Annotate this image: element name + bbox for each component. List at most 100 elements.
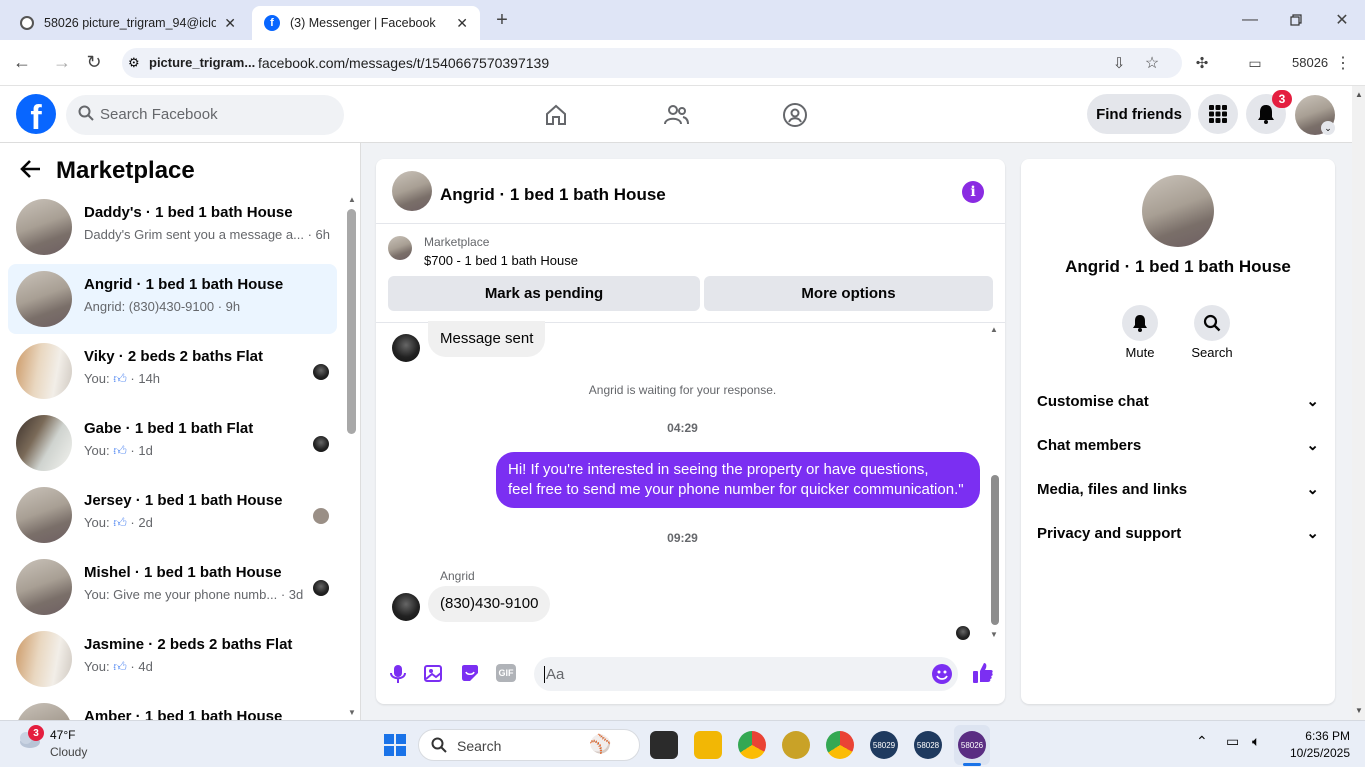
clock-date[interactable]: 10/25/2025	[1278, 746, 1350, 760]
privacy-support-row[interactable]: Privacy and support ⌄	[1037, 519, 1319, 547]
restore-icon[interactable]	[1284, 8, 1308, 32]
scroll-down-icon[interactable]: ▼	[1355, 706, 1363, 715]
clock-time[interactable]: 6:36 PM	[1290, 729, 1350, 743]
chrome-profile-icon[interactable]	[826, 731, 854, 759]
mute-bell-icon[interactable]	[1122, 305, 1158, 341]
browser-tab-messenger[interactable]: f (3) Messenger | Facebook ✕	[252, 6, 480, 40]
tab-search-icon[interactable]: ▭	[1244, 52, 1266, 74]
windows-start-icon[interactable]	[384, 734, 406, 756]
close-window-icon[interactable]: ✕	[1330, 8, 1354, 32]
microphone-icon[interactable]	[388, 663, 408, 685]
reload-icon[interactable]: ↻	[82, 50, 106, 74]
app-58028-icon[interactable]: 58028	[914, 731, 942, 759]
sender-name: Angrid	[440, 569, 475, 583]
app-icon[interactable]	[782, 731, 810, 759]
scroll-down-icon[interactable]: ▼	[348, 708, 356, 717]
address-bar[interactable]: ⚙ picture_trigram... facebook.com/messag…	[122, 48, 1182, 78]
site-chip[interactable]: picture_trigram...	[149, 55, 255, 70]
photo-icon[interactable]	[424, 663, 444, 683]
browser-tab-email[interactable]: 58026 picture_trigram_94@iclo ✕	[8, 6, 248, 40]
mark-as-pending-button[interactable]: Mark as pending	[388, 276, 700, 311]
chrome-icon[interactable]	[738, 731, 766, 759]
conversation-item[interactable]: Daddy's · 1 bed 1 bath House Daddy's Gri…	[8, 192, 337, 262]
conversation-preview: Daddy's Grim sent you a message a...	[84, 227, 304, 242]
account-chevron-icon[interactable]: ⌄	[1321, 121, 1335, 135]
notification-count-badge: 3	[1272, 90, 1292, 108]
media-files-links-row[interactable]: Media, files and links ⌄	[1037, 475, 1319, 503]
conversation-item[interactable]: Viky · 2 beds 2 baths Flat You: 👍︎ · 14h	[8, 336, 337, 406]
more-options-button[interactable]: More options	[704, 276, 993, 311]
conversation-item[interactable]: Jasmine · 2 beds 2 baths Flat You: 👍︎ · …	[8, 624, 337, 694]
conversation-item[interactable]: Amber · 1 bed 1 bath House	[8, 696, 337, 720]
show-hidden-icons-icon[interactable]: ⌃	[1196, 733, 1208, 750]
forward-icon[interactable]: →	[50, 50, 74, 74]
message-input[interactable]: Aa	[534, 657, 958, 691]
info-name: Angrid · 1 bed 1 bath House	[1065, 257, 1291, 276]
find-friends-button[interactable]: Find friends	[1087, 94, 1191, 134]
network-icon[interactable]: ▭	[1226, 733, 1239, 750]
app-58029-icon[interactable]: 58029	[870, 731, 898, 759]
incoming-message-bubble[interactable]: (830)430-9100	[428, 586, 551, 622]
conversation-item[interactable]: Mishel · 1 bed 1 bath House You: Give me…	[8, 552, 337, 622]
weather-temp[interactable]: 47°F	[50, 728, 75, 742]
scroll-down-icon[interactable]: ▼	[990, 630, 998, 639]
install-app-icon[interactable]: ⇩	[1108, 52, 1130, 74]
bookmark-star-icon[interactable]: ☆	[1141, 52, 1163, 74]
profile-label[interactable]: 58026	[1292, 55, 1328, 70]
mute-label[interactable]: Mute	[1110, 345, 1170, 360]
gif-icon[interactable]: GIF	[496, 664, 516, 682]
scroll-up-icon[interactable]: ▲	[1355, 90, 1363, 99]
close-tab-icon[interactable]: ✕	[456, 15, 468, 32]
weather-condition[interactable]: Cloudy	[50, 745, 87, 759]
sticker-icon[interactable]	[460, 663, 480, 683]
file-explorer-icon[interactable]	[694, 731, 722, 759]
listing-thumbnail	[16, 343, 72, 399]
taskbar-search-box[interactable]: Search ⚾	[418, 729, 640, 761]
messages-scrollbar-thumb[interactable]	[991, 475, 999, 625]
volume-icon[interactable]: 🔈︎	[1252, 733, 1260, 750]
listing-mini-thumbnail[interactable]	[388, 236, 412, 260]
message-sent-bubble[interactable]: Message sent	[428, 321, 546, 357]
sender-avatar[interactable]	[392, 334, 420, 362]
extensions-icon[interactable]: ✣	[1191, 52, 1213, 74]
conversation-info-icon[interactable]: i	[962, 181, 984, 203]
conversations-scrollbar-thumb[interactable]	[347, 209, 356, 434]
chat-members-row[interactable]: Chat members ⌄	[1037, 431, 1319, 459]
back-arrow-icon[interactable]	[20, 159, 42, 185]
search-facebook-input[interactable]: Search Facebook	[66, 95, 344, 135]
menu-grid-icon[interactable]	[1198, 94, 1238, 134]
facebook-logo-icon[interactable]: f	[16, 94, 56, 134]
app-58026-icon[interactable]: 58026	[958, 731, 986, 759]
site-settings-icon[interactable]: ⚙	[128, 55, 140, 71]
search-label[interactable]: Search	[1182, 345, 1242, 360]
scroll-up-icon[interactable]: ▲	[990, 325, 998, 334]
customise-chat-row[interactable]: Customise chat ⌄	[1037, 387, 1319, 415]
scroll-up-icon[interactable]: ▲	[348, 195, 356, 204]
info-avatar[interactable]	[1142, 175, 1214, 247]
chat-avatar[interactable]	[392, 171, 432, 211]
new-tab-icon[interactable]: +	[490, 8, 514, 32]
outgoing-message-bubble[interactable]: Hi! If you're interested in seeing the p…	[496, 452, 980, 508]
read-receipt-avatar	[313, 580, 329, 596]
friends-icon[interactable]	[662, 101, 690, 129]
search-in-chat-icon[interactable]	[1194, 305, 1230, 341]
task-view-icon[interactable]	[650, 731, 678, 759]
url-text[interactable]: facebook.com/messages/t/1540667570397139	[258, 55, 549, 71]
home-icon[interactable]	[542, 101, 570, 129]
chat-header-name[interactable]: Angrid · 1 bed 1 bath House	[440, 185, 666, 205]
back-icon[interactable]: ←	[10, 50, 34, 74]
page-scrollbar[interactable]: ▲ ▼	[1352, 86, 1365, 720]
conversation-name: Viky · 2 beds 2 baths Flat	[84, 348, 263, 365]
emoji-icon[interactable]	[932, 664, 952, 684]
conversation-item-selected[interactable]: Angrid · 1 bed 1 bath House Angrid: (830…	[8, 264, 337, 334]
thumbs-up-send-icon[interactable]	[972, 662, 994, 684]
close-tab-icon[interactable]: ✕	[224, 15, 236, 32]
groups-icon[interactable]	[781, 101, 809, 129]
facebook-icon: f	[264, 15, 280, 31]
browser-menu-icon[interactable]: ⋮	[1335, 52, 1351, 74]
sender-avatar[interactable]	[392, 593, 420, 621]
conversation-item[interactable]: Gabe · 1 bed 1 bath Flat You: 👍︎ · 1d	[8, 408, 337, 478]
listing-title[interactable]: $700 - 1 bed 1 bath House	[424, 253, 578, 268]
conversation-item[interactable]: Jersey · 1 bed 1 bath House You: 👍︎ · 2d	[8, 480, 337, 550]
minimize-icon[interactable]: —	[1238, 8, 1262, 32]
